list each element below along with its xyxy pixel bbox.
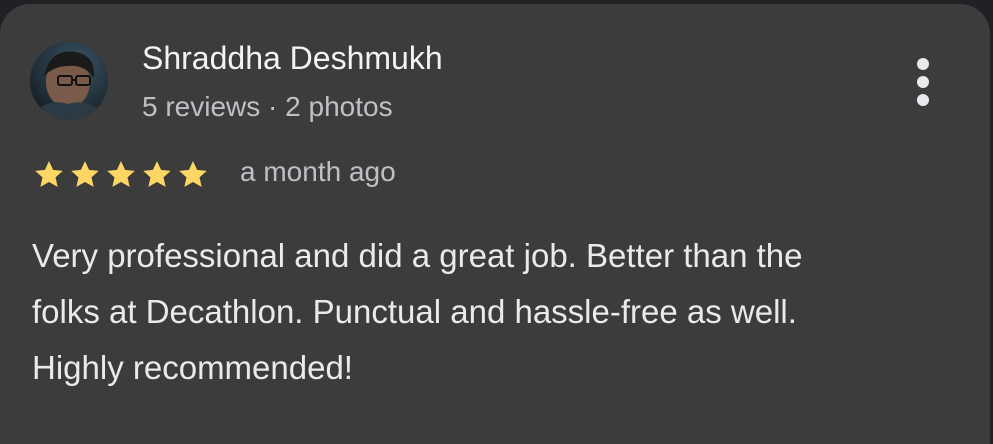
avatar-photo-icon xyxy=(30,42,108,120)
review-text: Very professional and did a great job. B… xyxy=(32,228,962,396)
star-icon xyxy=(143,161,171,187)
avatar[interactable] xyxy=(30,42,108,120)
review-time: a month ago xyxy=(240,156,396,187)
star-icon xyxy=(179,161,207,187)
star-icon xyxy=(35,161,63,187)
star-icon xyxy=(71,161,99,187)
review-line: Highly recommended! xyxy=(32,349,353,386)
reviewer-meta: 5 reviews · 2 photos xyxy=(142,91,393,122)
review-line: Very professional and did a great job. B… xyxy=(32,237,803,274)
review-card: Shraddha Deshmukh 5 reviews · 2 photos a… xyxy=(0,4,990,444)
review-line: folks at Decathlon. Punctual and hassle-… xyxy=(32,293,797,330)
more-options-button[interactable] xyxy=(906,54,942,110)
star-rating xyxy=(32,158,210,192)
reviewer-name[interactable]: Shraddha Deshmukh xyxy=(142,40,443,77)
star-icon xyxy=(107,161,135,187)
